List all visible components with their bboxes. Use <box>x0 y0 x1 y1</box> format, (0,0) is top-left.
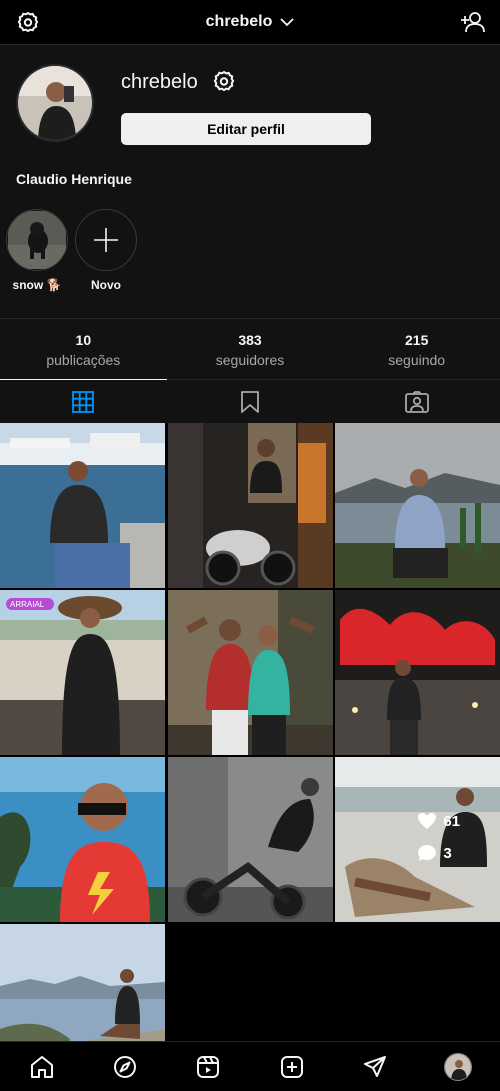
post-thumbnail[interactable] <box>0 423 165 588</box>
direct-send-icon <box>363 1055 386 1077</box>
likes-count: 61 <box>443 812 460 830</box>
highlight-label: snow 🐕 <box>12 278 62 292</box>
highlight-snow[interactable]: snow 🐕 <box>5 209 69 292</box>
profile-avatar[interactable] <box>16 64 94 142</box>
post-thumbnail[interactable] <box>167 423 333 588</box>
stat-value: 383 <box>238 332 262 348</box>
stat-posts: 10 publicações <box>0 319 167 379</box>
new-post-icon <box>280 1055 303 1078</box>
stat-label: publicações <box>46 352 121 368</box>
comments-count-row: 3 <box>417 844 460 862</box>
svg-text:ARRAIAL: ARRAIAL <box>10 600 45 609</box>
likes-count-row: 61 <box>417 812 460 830</box>
post-thumbnail[interactable]: 61 3 <box>335 757 500 922</box>
profile-avatar <box>444 1052 473 1081</box>
avatar-image <box>18 66 92 140</box>
post-thumbnail[interactable] <box>0 757 165 922</box>
settings-gear-icon[interactable] <box>16 11 40 35</box>
edit-profile-button[interactable]: Editar perfil <box>121 113 371 145</box>
add-highlight-circle <box>75 209 137 271</box>
account-switcher[interactable]: chrebelo <box>206 13 295 31</box>
stat-followers[interactable]: 383 seguidores <box>167 319 334 379</box>
post-thumbnail[interactable] <box>335 590 500 755</box>
profile-username: chrebelo <box>121 71 198 93</box>
nav-profile[interactable] <box>438 1047 478 1087</box>
header-username: chrebelo <box>205 13 273 30</box>
explore-compass-icon <box>113 1055 136 1078</box>
stat-label: seguidores <box>215 352 285 368</box>
stat-following[interactable]: 215 seguindo <box>333 319 500 379</box>
stat-value: 215 <box>405 332 429 348</box>
post-thumbnail[interactable] <box>335 423 500 588</box>
heart-icon <box>418 813 437 829</box>
reels-icon <box>197 1055 220 1078</box>
nav-explore[interactable] <box>105 1047 145 1087</box>
nav-home[interactable] <box>22 1047 62 1087</box>
top-bar: chrebelo <box>0 0 500 45</box>
chevron-down-icon <box>280 18 294 27</box>
profile-full-name: Claudio Henrique <box>16 171 132 187</box>
bottom-navigation <box>0 1041 500 1091</box>
tab-posts-grid[interactable] <box>0 379 167 423</box>
nav-reels[interactable] <box>188 1047 228 1087</box>
nav-new-post[interactable] <box>272 1047 312 1087</box>
profile-header: chrebelo Editar perfil Claudio Henrique … <box>0 45 500 318</box>
highlight-label: Novo <box>91 278 121 292</box>
tagged-user-icon <box>404 390 429 413</box>
post-thumbnail[interactable] <box>167 590 333 755</box>
post-thumbnail[interactable] <box>167 757 333 922</box>
posts-grid: ARRAIAL 61 3 <box>0 423 500 1089</box>
grid-icon <box>72 390 95 413</box>
settings-gear-icon[interactable] <box>212 70 236 94</box>
profile-stats: 10 publicações 383 seguidores 215 seguin… <box>0 318 500 379</box>
add-user-icon[interactable] <box>460 10 486 34</box>
saved-bookmark-icon <box>241 390 259 413</box>
highlight-cover <box>6 209 68 271</box>
tab-tagged[interactable] <box>333 380 500 423</box>
tab-saved[interactable] <box>167 380 334 423</box>
stat-value: 10 <box>75 332 92 348</box>
stat-label: seguindo <box>388 352 446 368</box>
plus-icon <box>94 228 118 252</box>
nav-direct[interactable] <box>355 1047 395 1087</box>
home-icon <box>30 1055 53 1078</box>
profile-tabs <box>0 379 500 423</box>
comment-icon <box>418 845 437 861</box>
post-engagement-overlay: 61 3 <box>417 812 460 862</box>
post-thumbnail[interactable]: ARRAIAL <box>0 590 165 755</box>
comments-count: 3 <box>443 844 452 862</box>
highlight-new[interactable]: Novo <box>74 209 138 292</box>
